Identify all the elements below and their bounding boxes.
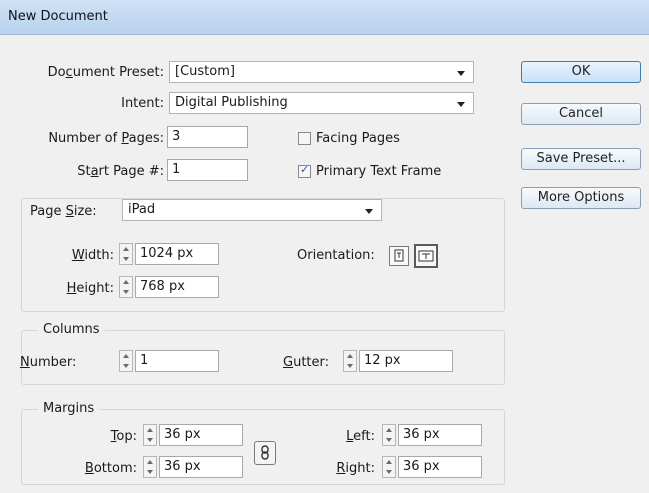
window-title: New Document bbox=[8, 9, 108, 24]
gutter-label: Gutter: bbox=[283, 355, 330, 370]
page-size-label: Page Size: bbox=[30, 204, 97, 219]
number-of-pages-field[interactable]: 3 bbox=[167, 126, 248, 148]
document-preset-value: [Custom] bbox=[175, 64, 235, 79]
save-preset-button[interactable]: Save Preset... bbox=[521, 148, 641, 170]
start-page-field[interactable]: 1 bbox=[167, 159, 248, 181]
number-of-pages-label: Number of Pages: bbox=[48, 131, 164, 146]
chevron-down-icon bbox=[365, 209, 373, 214]
page-size-value: iPad bbox=[128, 202, 156, 217]
ok-button[interactable]: OK bbox=[521, 61, 641, 83]
primary-text-frame-label: Primary Text Frame bbox=[316, 164, 442, 179]
margin-bottom-label: Bottom: bbox=[84, 461, 137, 476]
height-spinner[interactable] bbox=[119, 276, 133, 298]
chain-link-icon-glyph bbox=[261, 445, 269, 460]
columns-number-spinner[interactable] bbox=[119, 350, 133, 372]
margin-right-label: Right: bbox=[336, 461, 375, 476]
intent-label: Intent: bbox=[121, 96, 164, 111]
gutter-spinner[interactable] bbox=[343, 350, 357, 372]
orientation-label: Orientation: bbox=[297, 248, 375, 263]
cancel-button[interactable]: Cancel bbox=[521, 103, 641, 125]
width-label: Width: bbox=[71, 248, 114, 263]
chain-link-icon[interactable] bbox=[254, 441, 276, 465]
chevron-down-icon bbox=[457, 71, 465, 76]
margin-right-spinner[interactable] bbox=[382, 456, 396, 478]
columns-number-label: Number: bbox=[20, 355, 77, 370]
facing-pages-label: Facing Pages bbox=[316, 131, 400, 146]
intent-dropdown[interactable]: Digital Publishing bbox=[169, 92, 474, 114]
landscape-icon bbox=[418, 250, 434, 262]
margin-left-field[interactable]: 36 px bbox=[398, 424, 482, 446]
margin-left-label: Left: bbox=[346, 429, 375, 444]
height-label: Height: bbox=[66, 281, 114, 296]
chevron-down-icon bbox=[457, 102, 465, 107]
start-page-label: Start Page #: bbox=[77, 164, 164, 179]
columns-legend: Columns bbox=[38, 322, 105, 338]
columns-number-field[interactable]: 1 bbox=[135, 350, 219, 372]
facing-pages-checkbox[interactable] bbox=[298, 132, 311, 145]
portrait-icon bbox=[394, 249, 404, 262]
document-preset-dropdown[interactable]: [Custom] bbox=[169, 61, 474, 83]
document-preset-label: Document Preset: bbox=[47, 65, 164, 80]
width-spinner[interactable] bbox=[119, 243, 133, 265]
portrait-orientation-button[interactable] bbox=[389, 246, 409, 266]
margin-right-field[interactable]: 36 px bbox=[398, 456, 482, 478]
margin-bottom-field[interactable]: 36 px bbox=[159, 456, 243, 478]
width-field[interactable]: 1024 px bbox=[135, 243, 219, 265]
height-field[interactable]: 768 px bbox=[135, 276, 219, 298]
gutter-field[interactable]: 12 px bbox=[359, 350, 453, 372]
page-size-dropdown[interactable]: iPad bbox=[122, 199, 382, 221]
primary-text-frame-checkbox[interactable] bbox=[298, 163, 311, 178]
title-bar: New Document bbox=[0, 0, 649, 35]
new-document-dialog: New Document Document Preset: [Custom] I… bbox=[0, 0, 649, 493]
margin-top-field[interactable]: 36 px bbox=[159, 424, 243, 446]
margin-bottom-spinner[interactable] bbox=[143, 456, 157, 478]
intent-value: Digital Publishing bbox=[175, 95, 288, 110]
more-options-button[interactable]: More Options bbox=[521, 187, 641, 209]
margin-top-label: Top: bbox=[110, 429, 137, 444]
landscape-orientation-button[interactable] bbox=[414, 244, 438, 268]
margins-legend: Margins bbox=[38, 401, 100, 417]
margin-top-spinner[interactable] bbox=[143, 424, 157, 446]
margin-left-spinner[interactable] bbox=[382, 424, 396, 446]
